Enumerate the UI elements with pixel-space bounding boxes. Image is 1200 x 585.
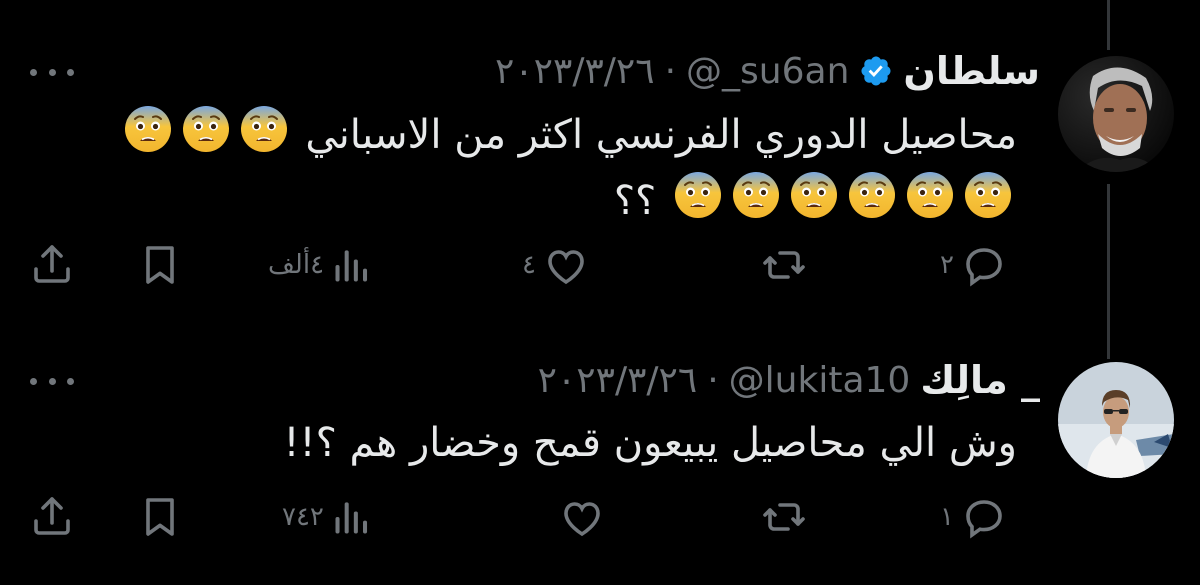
avatar[interactable] — [1058, 362, 1174, 478]
display-name[interactable]: سلطان — [903, 49, 1040, 93]
tweet-2[interactable]: مالِك _ @lukita10 · ٢٠٢٣/٣/٢٦ وش الي محا… — [0, 320, 1200, 585]
tweet-text-content: محاصيل الدوري الفرنسي اكثر من الاسباني — [305, 112, 1017, 158]
tweet-header: مالِك _ @lukita10 · ٢٠٢٣/٣/٢٦ — [538, 358, 1040, 402]
tweet-header: سلطان @_su6an · ٢٠٢٣/٣/٢٦ — [495, 49, 1040, 93]
tweet-text-line-1: محاصيل الدوري الفرنسي اكثر من الاسباني — [119, 104, 1017, 170]
bookmark-icon — [136, 493, 184, 541]
tweet-text: وش الي محاصيل يبيعون قمح وخضار هم ؟!! — [284, 414, 1017, 472]
like-button[interactable]: ٤ — [522, 240, 590, 290]
tweet-text: محاصيل الدوري الفرنسي اكثر من الاسباني ؟… — [119, 104, 1017, 236]
retweet-icon — [760, 241, 808, 289]
display-name[interactable]: مالِك _ — [920, 358, 1040, 402]
reply-icon — [960, 241, 1008, 289]
views-count: ٧٤٢ — [282, 502, 324, 532]
bookmark-button[interactable] — [136, 492, 184, 542]
tweet-text-question: ؟؟ — [613, 178, 657, 224]
more-icon[interactable] — [30, 371, 74, 391]
avatar[interactable] — [1058, 56, 1174, 172]
views-icon — [330, 495, 374, 539]
share-button[interactable] — [28, 492, 76, 542]
reply-button[interactable]: ١ — [940, 492, 1008, 542]
views-count: ٤ألف — [268, 250, 325, 280]
more-icon[interactable] — [30, 62, 74, 82]
bookmark-icon — [136, 241, 184, 289]
handle[interactable]: @lukita10 — [729, 360, 911, 401]
fearful-face-emoji — [181, 104, 231, 170]
retweet-button[interactable] — [760, 240, 814, 290]
reply-count: ١ — [940, 502, 954, 532]
fearful-face-emoji — [963, 170, 1013, 236]
tweet-date[interactable]: ٢٠٢٣/٣/٢٦ — [538, 360, 698, 401]
action-bar: ١ ٧٤٢ — [0, 492, 1200, 542]
retweet-button[interactable] — [760, 492, 814, 542]
like-count: ٤ — [522, 250, 536, 280]
action-bar: ٢ ٤ ٤ألف — [0, 240, 1200, 290]
tweet-text-line-2: ؟؟ — [119, 170, 1017, 236]
fearful-face-emoji — [789, 170, 839, 236]
retweet-icon — [760, 493, 808, 541]
fearful-face-emoji — [239, 104, 289, 170]
emoji-row-1 — [119, 106, 293, 158]
separator-dot: · — [707, 359, 719, 401]
fearful-face-emoji — [123, 104, 173, 170]
fearful-face-emoji — [905, 170, 955, 236]
like-icon — [542, 241, 590, 289]
fearful-face-emoji — [731, 170, 781, 236]
separator-dot: · — [664, 50, 677, 92]
like-button[interactable] — [552, 492, 606, 542]
handle[interactable]: @_su6an — [686, 51, 849, 92]
share-icon — [28, 241, 76, 289]
reply-icon — [960, 493, 1008, 541]
emoji-row-2 — [669, 172, 1017, 224]
tweet-text-content: وش الي محاصيل يبيعون قمح وخضار هم ؟!! — [283, 420, 1017, 466]
like-icon — [558, 493, 606, 541]
reply-button[interactable]: ٢ — [940, 240, 1008, 290]
fearful-face-emoji — [847, 170, 897, 236]
tweet-1[interactable]: سلطان @_su6an · ٢٠٢٣/٣/٢٦ محاصيل الدوري … — [0, 0, 1200, 320]
share-button[interactable] — [28, 240, 76, 290]
views-icon — [330, 243, 374, 287]
fearful-face-emoji — [673, 170, 723, 236]
verified-icon — [859, 54, 893, 88]
views-button[interactable]: ٧٤٢ — [282, 492, 374, 542]
tweet-date[interactable]: ٢٠٢٣/٣/٢٦ — [495, 51, 655, 92]
share-icon — [28, 493, 76, 541]
bookmark-button[interactable] — [136, 240, 184, 290]
views-button[interactable]: ٤ألف — [268, 240, 374, 290]
reply-count: ٢ — [940, 250, 954, 280]
